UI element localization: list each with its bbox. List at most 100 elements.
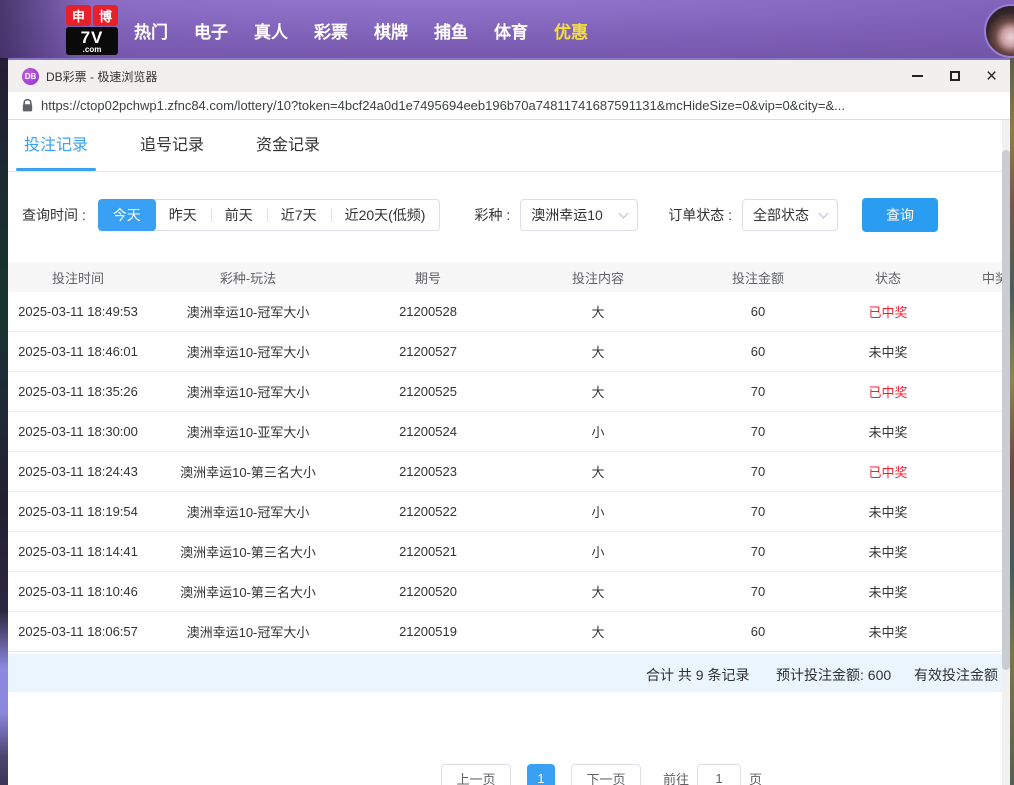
summary-row: 合计 共 9 条记录 预计投注金额: 600 有效投注金额: [8, 654, 1010, 692]
status-select-value: 全部状态: [753, 205, 809, 225]
cell-game: 澳洲幸运10-冠军大小: [148, 502, 348, 521]
header-cell: 期号: [348, 268, 508, 287]
cell-content: 大: [508, 622, 688, 641]
minimize-button[interactable]: [899, 60, 936, 92]
time-filter-option[interactable]: 近20天(低频): [331, 200, 440, 230]
header-cell: 状态: [828, 268, 948, 287]
search-button[interactable]: 查询: [862, 198, 938, 232]
cell-issue: 21200524: [348, 424, 508, 439]
time-filter-option[interactable]: 近7天: [267, 200, 331, 230]
cell-bet-time: 2025-03-11 18:10:46: [8, 584, 148, 599]
scrollbar-thumb[interactable]: [1002, 150, 1010, 670]
summary-expected-amount: 预计投注金额: 600: [776, 665, 891, 685]
cell-amount: 70: [688, 424, 828, 439]
cell-status: 未中奖: [828, 342, 948, 361]
close-icon: ×: [986, 67, 997, 86]
status-select[interactable]: 全部状态: [742, 199, 838, 231]
maximize-icon: [950, 71, 960, 81]
summary-valid-amount: 有效投注金额: [914, 665, 998, 685]
window-titlebar[interactable]: DB DB彩票 - 极速浏览器 ×: [8, 60, 1010, 92]
goto-page-input[interactable]: [697, 764, 741, 785]
cell-status: 未中奖: [828, 502, 948, 521]
cell-issue: 21200521: [348, 544, 508, 559]
tab-active[interactable]: 投注记录: [20, 131, 92, 171]
table-row: 2025-03-11 18:14:41澳洲幸运10-第三名大小21200521小…: [8, 532, 1010, 572]
nav-item[interactable]: 热门: [121, 18, 181, 43]
nav-item[interactable]: 真人: [241, 18, 301, 43]
cell-content: 小: [508, 422, 688, 441]
nav-item[interactable]: 体育: [481, 18, 541, 43]
tab-inactive[interactable]: 追号记录: [136, 131, 208, 171]
cell-issue: 21200527: [348, 344, 508, 359]
cell-bet-time: 2025-03-11 18:06:57: [8, 624, 148, 639]
time-filter-option[interactable]: 昨天: [155, 200, 211, 230]
cell-issue: 21200522: [348, 504, 508, 519]
cell-status: 已中奖: [828, 382, 948, 401]
table-row: 2025-03-11 18:19:54澳洲幸运10-冠军大小21200522小7…: [8, 492, 1010, 532]
cell-game: 澳洲幸运10-冠军大小: [148, 342, 348, 361]
header-cell: 投注时间: [8, 268, 148, 287]
filter-bar: 查询时间 : 今天昨天前天近7天近20天(低频) 彩种 : 澳洲幸运10 订单状…: [8, 198, 1010, 232]
nav-item[interactable]: 电子: [181, 18, 241, 43]
desktop-background-left: [0, 58, 8, 785]
cell-game: 澳洲幸运10-冠军大小: [148, 622, 348, 641]
header-cell: 投注金额: [688, 268, 828, 287]
logo-sub-text: .com: [66, 46, 118, 54]
nav-item[interactable]: 彩票: [301, 18, 361, 43]
time-filter-option[interactable]: 前天: [211, 200, 267, 230]
window-title: DB彩票 - 极速浏览器: [46, 68, 157, 85]
cell-status: 未中奖: [828, 422, 948, 441]
cell-content: 大: [508, 342, 688, 361]
logo-tile-1: 申: [66, 5, 91, 26]
avatar[interactable]: [984, 4, 1014, 58]
cell-bet-time: 2025-03-11 18:19:54: [8, 504, 148, 519]
cell-issue: 21200528: [348, 304, 508, 319]
cell-amount: 60: [688, 624, 828, 639]
chevron-down-icon: [819, 209, 829, 219]
cell-content: 小: [508, 502, 688, 521]
logo-main-text: 7V: [66, 29, 118, 46]
cell-bet-time: 2025-03-11 18:14:41: [8, 544, 148, 559]
cell-status: 已中奖: [828, 462, 948, 481]
address-bar[interactable]: https://ctop02pchwp1.zfnc84.com/lottery/…: [8, 92, 1010, 120]
cell-content: 大: [508, 582, 688, 601]
cell-content: 小: [508, 542, 688, 561]
time-filter-option[interactable]: 今天: [98, 199, 156, 231]
nav-item[interactable]: 优惠: [541, 18, 601, 43]
cell-win-amount: 1: [948, 384, 1010, 399]
cell-content: 大: [508, 302, 688, 321]
cell-status: 已中奖: [828, 302, 948, 321]
close-button[interactable]: ×: [973, 60, 1010, 92]
nav-item[interactable]: 捕鱼: [421, 18, 481, 43]
tab-inactive[interactable]: 资金记录: [252, 131, 324, 171]
cell-amount: 70: [688, 544, 828, 559]
cell-amount: 70: [688, 504, 828, 519]
next-page-button[interactable]: 下一页: [571, 764, 641, 785]
cell-bet-time: 2025-03-11 18:30:00: [8, 424, 148, 439]
cell-issue: 21200523: [348, 464, 508, 479]
desktop-background-right: [1010, 58, 1014, 785]
pagination: 上一页 1 下一页 前往 页: [441, 764, 762, 785]
status-filter-label: 订单状态 :: [668, 205, 732, 225]
lock-icon: [22, 99, 33, 112]
lottery-select[interactable]: 澳洲幸运10: [520, 199, 638, 231]
header-cell: 中奖金额: [948, 268, 1010, 287]
site-nav: 热门电子真人彩票棋牌捕鱼体育优惠: [121, 0, 601, 60]
scrollbar[interactable]: [1002, 120, 1010, 785]
maximize-button[interactable]: [936, 60, 973, 92]
cell-bet-time: 2025-03-11 18:24:43: [8, 464, 148, 479]
site-logo[interactable]: 申 博 7V .com: [66, 5, 118, 55]
cell-amount: 70: [688, 584, 828, 599]
browser-window: DB DB彩票 - 极速浏览器 × https://ctop02pchwp1.z…: [8, 58, 1010, 785]
browser-app-icon: DB: [22, 68, 39, 85]
table-row: 2025-03-11 18:06:57澳洲幸运10-冠军大小21200519大6…: [8, 612, 1010, 652]
current-page[interactable]: 1: [527, 764, 555, 785]
cell-game: 澳洲幸运10-亚军大小: [148, 422, 348, 441]
cell-bet-time: 2025-03-11 18:46:01: [8, 344, 148, 359]
site-header: 申 博 7V .com 热门电子真人彩票棋牌捕鱼体育优惠: [0, 0, 1014, 60]
prev-page-button[interactable]: 上一页: [441, 764, 511, 785]
cell-status: 未中奖: [828, 582, 948, 601]
nav-item[interactable]: 棋牌: [361, 18, 421, 43]
table-row: 2025-03-11 18:35:26澳洲幸运10-冠军大小21200525大7…: [8, 372, 1010, 412]
time-filter-group: 今天昨天前天近7天近20天(低频): [98, 199, 441, 231]
